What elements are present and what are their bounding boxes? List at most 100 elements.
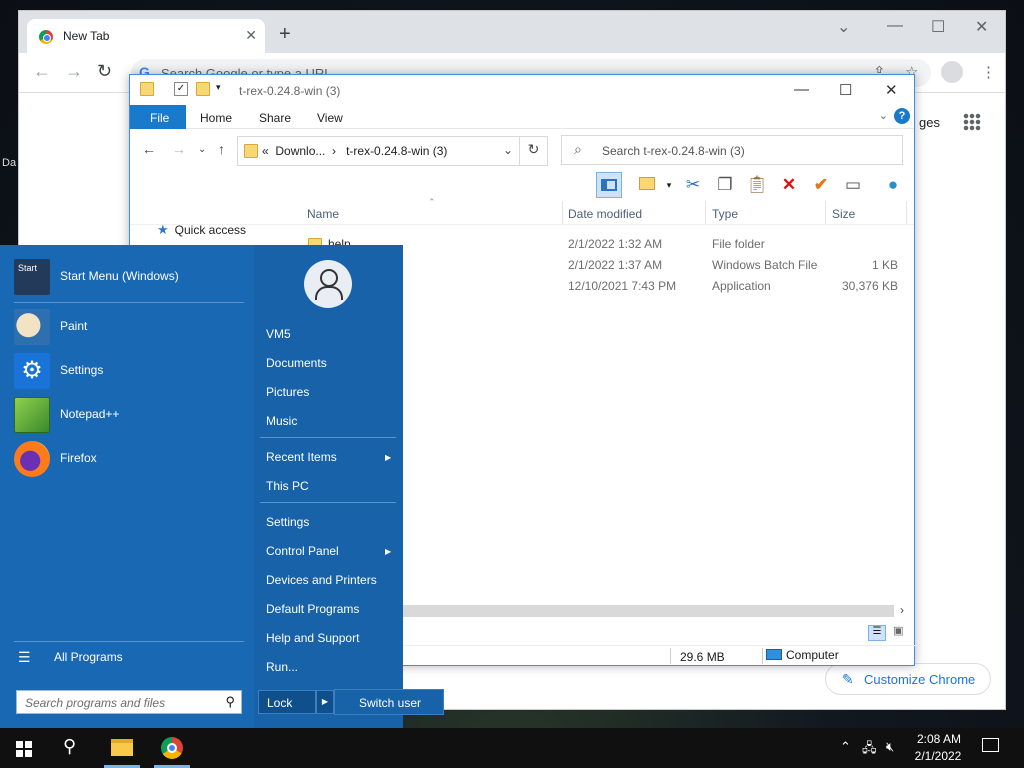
network-icon[interactable]: 🖧︎ xyxy=(862,739,877,761)
menu-item-user[interactable]: VM5 xyxy=(266,327,291,341)
horizontal-scrollbar[interactable] xyxy=(400,605,894,617)
clock-date[interactable]: 2/1/2022 xyxy=(910,749,966,763)
preview-pane-icon[interactable] xyxy=(596,172,622,198)
start-search-input[interactable]: Search programs and files ⚲ xyxy=(16,690,242,714)
pinned-start-menu-windows[interactable]: Start Start Menu (Windows) xyxy=(14,257,246,297)
explorer-maximize-icon[interactable]: ☐ xyxy=(839,81,852,99)
chrome-taskbar-icon[interactable] xyxy=(161,737,183,759)
menu-item-recent-items[interactable]: Recent Items xyxy=(266,450,337,464)
address-bar[interactable]: « Downlo... › t-rex-0.24.8-win (3) ⌄ xyxy=(237,136,548,166)
taskbar-search-icon[interactable]: ⚲ xyxy=(63,736,76,757)
close-tab-icon[interactable]: ✕ xyxy=(245,27,257,44)
menu-item-control-panel[interactable]: Control Panel xyxy=(266,544,339,558)
pinned-notepad-plus-plus[interactable]: Notepad++ xyxy=(14,395,246,435)
file-type: Application xyxy=(712,279,771,293)
reload-icon[interactable]: ↻ xyxy=(97,61,112,82)
column-name[interactable]: Name xyxy=(307,207,339,221)
file-size: 30,376 KB xyxy=(841,279,898,293)
pinned-settings[interactable]: ⚙ Settings xyxy=(14,351,246,391)
show-hidden-icons-chevron-icon[interactable]: ⌃ xyxy=(840,739,851,755)
windows-start-icon[interactable] xyxy=(16,741,32,757)
ribbon-tabs: File Home Share View ⌄ ? xyxy=(130,105,914,129)
menu-item-help-and-support[interactable]: Help and Support xyxy=(266,631,359,645)
new-tab-icon[interactable]: + xyxy=(279,23,291,46)
large-icons-view-icon[interactable]: ▣ xyxy=(889,624,907,640)
cut-icon[interactable]: ✂ xyxy=(680,172,706,198)
pinned-firefox[interactable]: Firefox xyxy=(14,439,246,479)
all-programs-button[interactable]: ☰ All Programs xyxy=(18,649,123,666)
maximize-icon[interactable]: ☐ xyxy=(931,17,945,37)
explorer-forward-icon[interactable]: → xyxy=(172,141,186,157)
notepad-plus-plus-icon xyxy=(14,397,50,433)
clock-time[interactable]: 2:08 AM xyxy=(916,732,962,746)
file-date: 2/1/2022 1:32 AM xyxy=(568,237,663,251)
copy-icon[interactable]: ❐ xyxy=(712,172,738,198)
column-size[interactable]: Size xyxy=(832,207,855,221)
breadcrumb-item[interactable]: t-rex-0.24.8-win (3) xyxy=(346,144,447,158)
ribbon-tab-home[interactable]: Home xyxy=(200,111,232,125)
paste-icon[interactable]: 📋︎ xyxy=(744,172,770,198)
properties-icon[interactable]: ▭ xyxy=(840,172,866,198)
new-folder-icon[interactable] xyxy=(196,82,210,96)
address-dropdown-icon[interactable]: ⌄ xyxy=(503,143,513,157)
explorer-minimize-icon[interactable]: — xyxy=(794,81,809,98)
nav-quick-access[interactable]: ★ Quick access xyxy=(157,222,246,238)
new-item-dropdown-icon[interactable]: ▾ xyxy=(656,172,682,198)
refresh-icon[interactable]: ↻ xyxy=(519,136,547,166)
globe-icon[interactable]: ● xyxy=(880,172,906,198)
switch-user-button[interactable]: Switch user xyxy=(334,689,444,715)
explorer-back-icon[interactable]: ← xyxy=(142,141,156,157)
volume-muted-icon[interactable]: 🔇︎ xyxy=(886,739,894,755)
menu-item-music[interactable]: Music xyxy=(266,414,297,428)
up-folder-icon[interactable]: ↑ xyxy=(218,141,225,157)
details-view-icon[interactable]: ☰ xyxy=(868,625,886,641)
explorer-search-input[interactable]: ⌕ Search t-rex-0.24.8-win (3) xyxy=(561,135,903,165)
back-icon[interactable]: ← xyxy=(33,61,51,82)
breadcrumb-item[interactable]: Downlo... xyxy=(275,144,325,158)
status-bar: 29.6 MB Computer xyxy=(400,645,916,666)
menu-item-devices-and-printers[interactable]: Devices and Printers xyxy=(266,573,377,587)
ribbon-tab-share[interactable]: Share xyxy=(259,111,291,125)
profile-avatar-icon[interactable] xyxy=(941,61,963,83)
images-link[interactable]: ges xyxy=(919,115,940,130)
breadcrumb-overflow[interactable]: « xyxy=(262,144,269,158)
help-icon[interactable]: ? xyxy=(894,108,910,124)
rename-check-icon[interactable]: ✔ xyxy=(808,172,834,198)
user-avatar-icon[interactable] xyxy=(304,260,352,308)
customize-chrome-button[interactable]: ✎ Customize Chrome xyxy=(825,663,991,695)
close-window-icon[interactable]: ✕ xyxy=(975,17,988,37)
google-apps-icon[interactable] xyxy=(963,113,981,131)
recent-locations-icon[interactable]: ⌄ xyxy=(198,144,206,155)
menu-item-this-pc[interactable]: This PC xyxy=(266,479,309,493)
menu-kebab-icon[interactable]: ⋮ xyxy=(981,63,996,81)
action-center-icon[interactable] xyxy=(982,738,999,752)
ribbon-tab-view[interactable]: View xyxy=(317,111,343,125)
tab-title: New Tab xyxy=(63,29,110,43)
pinned-label: Firefox xyxy=(60,451,97,465)
minimize-icon[interactable]: — xyxy=(887,17,903,35)
computer-icon xyxy=(766,649,782,660)
scroll-right-icon[interactable]: › xyxy=(900,603,904,617)
explorer-close-icon[interactable]: ✕ xyxy=(885,81,898,99)
ribbon-tab-file[interactable]: File xyxy=(130,105,186,129)
expand-ribbon-chevron-icon[interactable]: ⌄ xyxy=(879,109,888,122)
lock-button[interactable]: Lock xyxy=(258,690,316,714)
file-explorer-taskbar-icon[interactable] xyxy=(111,739,133,756)
tab-search-chevron-icon[interactable]: ⌄ xyxy=(837,17,850,37)
file-date: 12/10/2021 7:43 PM xyxy=(568,279,677,293)
customize-qat-icon[interactable]: ▾ xyxy=(216,82,230,96)
menu-item-run[interactable]: Run... xyxy=(266,660,298,674)
menu-item-default-programs[interactable]: Default Programs xyxy=(266,602,359,616)
forward-icon[interactable]: → xyxy=(65,61,83,82)
column-date-modified[interactable]: Date modified xyxy=(568,207,642,221)
chrome-tab-new-tab[interactable]: New Tab ✕ xyxy=(27,19,265,53)
column-type[interactable]: Type xyxy=(712,207,738,221)
menu-item-settings[interactable]: Settings xyxy=(266,515,309,529)
menu-item-documents[interactable]: Documents xyxy=(266,356,327,370)
menu-item-pictures[interactable]: Pictures xyxy=(266,385,309,399)
pinned-paint[interactable]: Paint xyxy=(14,307,246,347)
sort-up-icon: ⌃ xyxy=(428,197,436,207)
delete-icon[interactable]: ✕ xyxy=(776,172,802,198)
power-options-arrow-icon[interactable]: ▶ xyxy=(316,690,334,714)
properties-check-icon[interactable]: ✓ xyxy=(174,82,188,96)
